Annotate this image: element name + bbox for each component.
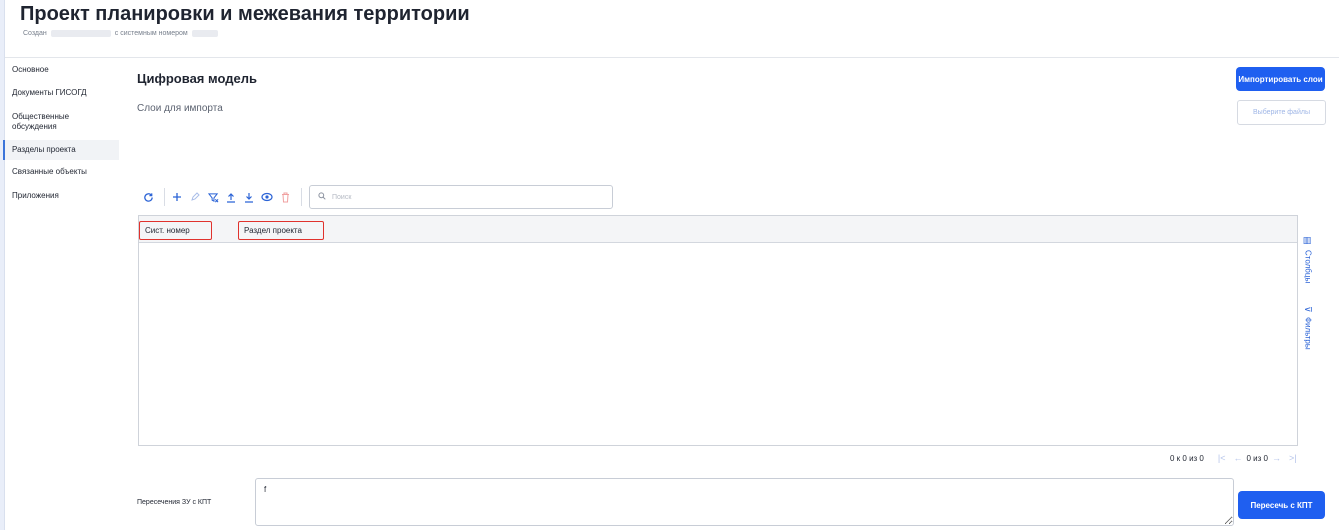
pager-page: 0 из 0 (1246, 453, 1268, 463)
sidebar-item-label: Документы ГИСОГД (12, 88, 87, 97)
search-icon (318, 192, 326, 202)
sysnum-label: с системным номером (114, 30, 188, 37)
filters-tab[interactable]: ⊽ Фильтры (1303, 306, 1313, 349)
intersect-kpt-button[interactable]: Пересечь с КПТ (1238, 491, 1325, 519)
pager-range: 0 к 0 из 0 (1170, 453, 1204, 463)
page-subtitle: Создан с системным номером (23, 30, 218, 37)
sidebar-item-attachments[interactable]: Приложения (5, 190, 119, 202)
edit-icon[interactable] (188, 190, 202, 204)
choose-files-button[interactable]: Выберите файлы (1237, 100, 1326, 125)
refresh-icon[interactable] (141, 190, 155, 204)
filter-icon: ⊽ (1303, 306, 1313, 313)
download-icon[interactable] (242, 190, 256, 204)
delete-icon[interactable] (278, 190, 292, 204)
crossing-textarea[interactable]: f (255, 478, 1234, 526)
filters-tab-label: Фильтры (1303, 316, 1313, 350)
sidebar: Основное Документы ГИСОГД Общественные о… (3, 58, 119, 530)
pagination: 0 к 0 из 0 |< ← 0 из 0 → >| (1170, 453, 1301, 463)
toolbar-separator (301, 188, 302, 206)
sidebar-item-main[interactable]: Основное (5, 64, 119, 76)
view-icon[interactable] (260, 190, 274, 204)
header-divider (5, 57, 1339, 58)
columns-tab-label: Столбцы (1303, 250, 1313, 284)
sidebar-item-label: Приложения (12, 191, 59, 200)
column-header-sys-number[interactable]: Сист. номер (139, 221, 212, 240)
redacted-author (50, 30, 111, 37)
page-title: Проект планировки и межевания территории (20, 3, 470, 25)
created-label: Создан (23, 30, 47, 37)
prev-page-icon[interactable]: ← (1233, 453, 1242, 463)
sidebar-item-label: Связанные объекты (12, 167, 87, 176)
grid-side-panel: ▥ Столбцы ⊽ Фильтры (1300, 230, 1322, 370)
sidebar-item-label: Основное (12, 65, 49, 74)
columns-icon: ▥ (1303, 236, 1313, 246)
sidebar-item-gisogd-docs[interactable]: Документы ГИСОГД (5, 87, 119, 99)
add-icon[interactable] (170, 190, 184, 204)
crossing-label: Пересечения ЗУ с КПТ (137, 499, 212, 506)
redacted-sysnum (191, 30, 218, 37)
grid-toolbar (141, 185, 307, 209)
layers-label: Слои для импорта (137, 103, 223, 114)
import-layers-button[interactable]: Импортировать слои (1236, 67, 1325, 91)
sidebar-item-project-sections[interactable]: Разделы проекта (3, 140, 119, 160)
data-grid: Сист. номер Раздел проекта (138, 215, 1298, 446)
first-page-icon[interactable]: |< (1218, 453, 1226, 463)
sidebar-item-label: Общественные обсуждения (12, 112, 70, 131)
sidebar-item-public-discussions[interactable]: Общественные обсуждения (5, 111, 119, 133)
sidebar-item-related-objects[interactable]: Связанные объекты (5, 166, 119, 178)
sidebar-item-label: Разделы проекта (12, 145, 76, 154)
column-header-project-section[interactable]: Раздел проекта (238, 221, 324, 240)
search-field[interactable] (309, 185, 613, 209)
next-page-icon[interactable]: → (1272, 453, 1281, 463)
last-page-icon[interactable]: >| (1289, 453, 1297, 463)
upload-icon[interactable] (224, 190, 238, 204)
search-input[interactable] (332, 193, 602, 201)
clear-filter-icon[interactable] (206, 190, 220, 204)
columns-tab[interactable]: ▥ Столбцы (1303, 236, 1313, 283)
grid-header: Сист. номер Раздел проекта (139, 216, 1297, 243)
toolbar-separator (164, 188, 165, 206)
section-title: Цифровая модель (137, 71, 257, 86)
